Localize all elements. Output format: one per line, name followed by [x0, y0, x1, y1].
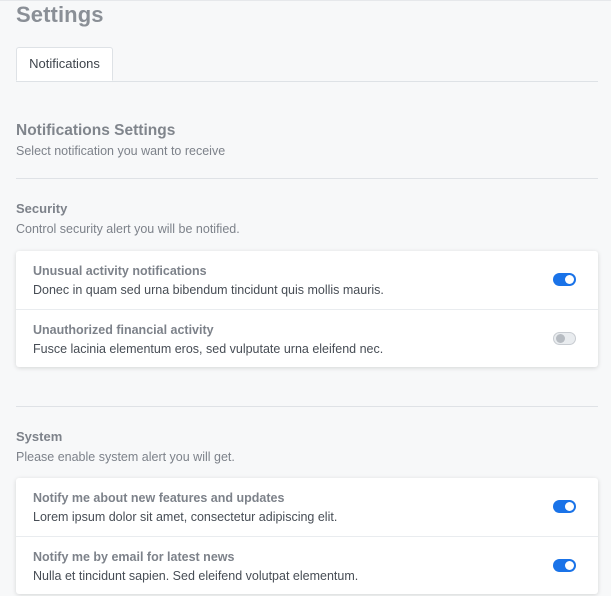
- system-subtitle: Please enable system alert you will get.: [16, 450, 235, 464]
- unusual-activity-toggle[interactable]: [553, 273, 576, 286]
- setting-description: Fusce lacinia elementum eros, sed vulput…: [33, 342, 384, 356]
- security-title: Security: [16, 201, 68, 216]
- setting-title: Notify me about new features and updates: [33, 491, 285, 505]
- new-features-toggle[interactable]: [553, 500, 576, 513]
- notifications-settings-title: Notifications Settings: [16, 122, 176, 139]
- setting-title: Unusual activity notifications: [33, 264, 207, 278]
- notifications-settings-subtitle: Select notification you want to receive: [16, 144, 226, 158]
- setting-description: Lorem ipsum dolor sit amet, consectetur …: [33, 510, 338, 524]
- toggle-knob: [565, 275, 574, 284]
- notifications-settings-header: Notifications Settings Select notificati…: [16, 122, 225, 158]
- setting-description: Donec in quam sed urna bibendum tincidun…: [33, 283, 384, 297]
- tab-notifications[interactable]: Notifications: [16, 47, 113, 81]
- unauthorized-financial-toggle[interactable]: [553, 332, 576, 345]
- email-news-toggle[interactable]: [553, 559, 576, 572]
- toggle-knob: [565, 561, 574, 570]
- toggle-knob: [556, 334, 565, 343]
- system-title: System: [16, 429, 63, 444]
- section-divider: [16, 406, 598, 407]
- setting-row-email-news: Notify me by email for latest news Nulla…: [16, 536, 598, 594]
- page-title: Settings: [16, 2, 104, 27]
- security-subtitle: Control security alert you will be notif…: [16, 222, 240, 236]
- security-group-header: Security Control security alert you will…: [16, 201, 240, 236]
- settings-tabs: Notifications: [16, 47, 598, 82]
- security-settings-card: Unusual activity notifications Donec in …: [16, 251, 598, 367]
- setting-row-new-features: Notify me about new features and updates…: [16, 478, 598, 536]
- setting-row-unauthorized-financial: Unauthorized financial activity Fusce la…: [16, 309, 598, 367]
- setting-title: Notify me by email for latest news: [33, 550, 235, 564]
- toggle-knob: [565, 502, 574, 511]
- setting-row-unusual-activity: Unusual activity notifications Donec in …: [16, 251, 598, 309]
- system-group-header: System Please enable system alert you wi…: [16, 429, 235, 464]
- section-divider: [16, 178, 598, 179]
- setting-title: Unauthorized financial activity: [33, 323, 214, 337]
- system-settings-card: Notify me about new features and updates…: [16, 478, 598, 594]
- setting-description: Nulla et tincidunt sapien. Sed eleifend …: [33, 569, 359, 583]
